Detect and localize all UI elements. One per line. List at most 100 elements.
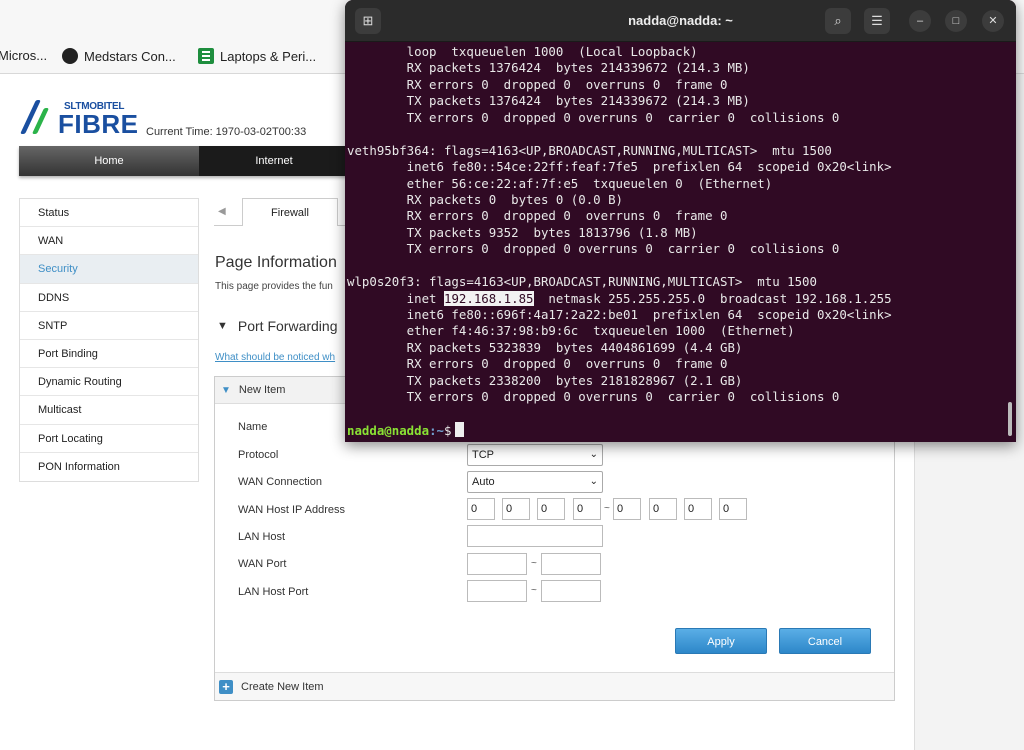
protocol-label: Protocol — [238, 449, 279, 461]
cancel-button[interactable]: Cancel — [779, 628, 871, 654]
lan-host-port-label: LAN Host Port — [238, 586, 309, 598]
section-title: Port Forwarding — [237, 318, 338, 334]
page-title: Page Information — [215, 254, 337, 271]
bookmark-label: Micros... — [0, 48, 48, 63]
inet-prefix: inet — [347, 290, 444, 306]
wan-port-end-input[interactable] — [541, 553, 601, 575]
terminal-line: RX packets 5323839 bytes 4404861699 (4.4… — [347, 339, 743, 355]
inet-rest: netmask 255.255.255.0 broadcast 192.168.… — [533, 290, 892, 306]
terminal-line: loop txqueuelen 1000 (Local Loopback) — [347, 44, 698, 59]
minimize-icon[interactable]: – — [909, 10, 931, 32]
ip-octet-input[interactable]: 0 — [502, 498, 530, 520]
terminal-output[interactable]: loop txqueuelen 1000 (Local Loopback) RX… — [345, 44, 1016, 439]
name-label: Name — [238, 421, 268, 433]
port-separator: ~ — [531, 558, 537, 569]
terminal-line: TX packets 2338200 bytes 2181828967 (2.1… — [347, 372, 743, 388]
bookmark-micros[interactable]: Micros... — [0, 48, 47, 63]
collapse-triangle-icon: ▼ — [217, 320, 228, 332]
terminal-line: TX errors 0 dropped 0 overruns 0 carrier… — [347, 109, 840, 125]
lan-host-input[interactable] — [467, 525, 603, 547]
terminal-line: ether f4:46:37:98:b9:6c txqueuelen 1000 … — [347, 323, 795, 339]
side-item-status[interactable]: Status — [20, 199, 198, 228]
terminal-cursor — [455, 422, 465, 438]
ip-octet-input[interactable]: 0 — [684, 498, 712, 520]
chevron-down-icon: ⌄ — [589, 449, 598, 460]
menu-icon[interactable]: ☰ — [864, 8, 890, 34]
prompt-symbol: $ — [443, 423, 452, 439]
spreadsheet-icon — [198, 48, 214, 64]
brand-logo: SLTMOBITEL FIBRE — [20, 100, 139, 137]
ip-octet-input[interactable]: 0 — [573, 498, 601, 520]
create-new-item[interactable]: + Create New Item — [215, 672, 894, 700]
terminal-line: inet6 fe80::54ce:22ff:feaf:7fe5 prefixle… — [347, 159, 892, 175]
maximize-icon[interactable]: □ — [945, 10, 967, 32]
selected-ip-address[interactable]: 192.168.1.85 — [443, 290, 534, 306]
terminal-line: RX packets 1376424 bytes 214339672 (214.… — [347, 60, 750, 76]
bookmark-laptops[interactable]: Laptops & Peri... — [198, 48, 316, 64]
lan-port-start-input[interactable] — [467, 580, 527, 602]
wan-host-ip-label: WAN Host IP Address — [238, 504, 345, 516]
terminal-titlebar[interactable]: ⊞ nadda@nadda: ~ ⌕ ☰ – □ ✕ — [345, 0, 1016, 42]
ip-range-separator: ~ — [604, 503, 610, 514]
logo-mark-icon — [20, 100, 52, 136]
wan-connection-label: WAN Connection — [238, 476, 322, 488]
nav-internet[interactable]: Internet — [199, 146, 349, 176]
lan-host-label: LAN Host — [238, 531, 286, 543]
terminal-window[interactable]: ⊞ nadda@nadda: ~ ⌕ ☰ – □ ✕ loop txqueuel… — [345, 0, 1016, 442]
prompt-user: nadda@nadda — [347, 423, 430, 439]
side-item-security[interactable]: Security — [20, 255, 198, 284]
tab-scroll-left-icon[interactable]: ◀ — [218, 206, 226, 217]
tab-firewall[interactable]: Firewall — [242, 198, 338, 226]
side-item-port-binding[interactable]: Port Binding — [20, 340, 198, 369]
create-new-item-label: Create New Item — [241, 680, 324, 693]
nav-home[interactable]: Home — [19, 146, 199, 176]
bookmark-medstars[interactable]: Medstars Con... — [62, 48, 176, 64]
chevron-down-icon: ⌄ — [589, 476, 598, 487]
terminal-line: ether 56:ce:22:af:7f:e5 txqueuelen 0 (Et… — [347, 175, 773, 191]
terminal-line: wlp0s20f3: flags=4163<UP,BROADCAST,RUNNI… — [347, 274, 817, 290]
panel-title: New Item — [238, 384, 286, 396]
terminal-line: inet6 fe80::696f:4a17:2a22:be01 prefixle… — [347, 307, 892, 322]
side-item-sntp[interactable]: SNTP — [20, 312, 198, 340]
section-header[interactable]: ▼ Port Forwarding — [217, 318, 337, 334]
side-item-dynamic-routing[interactable]: Dynamic Routing — [20, 368, 198, 397]
lan-port-end-input[interactable] — [541, 580, 601, 602]
ip-octet-input[interactable]: 0 — [613, 498, 641, 520]
expand-triangle-icon: ▼ — [221, 384, 231, 396]
side-item-port-locating[interactable]: Port Locating — [20, 425, 198, 453]
terminal-scrollbar[interactable] — [1008, 402, 1012, 436]
protocol-value: TCP — [472, 449, 494, 461]
side-item-multicast[interactable]: Multicast — [20, 396, 198, 425]
ip-octet-input[interactable]: 0 — [467, 498, 495, 520]
page-description: This page provides the fun — [215, 281, 333, 292]
ip-octet-input[interactable]: 0 — [719, 498, 747, 520]
terminal-line: TX packets 9352 bytes 1813796 (1.8 MB) — [347, 224, 698, 240]
side-item-wan[interactable]: WAN — [20, 227, 198, 256]
search-icon[interactable]: ⌕ — [825, 8, 851, 34]
bookmark-label: Medstars Con... — [84, 48, 176, 64]
ip-octet-input[interactable]: 0 — [537, 498, 565, 520]
bookmark-label: Laptops & Peri... — [220, 48, 317, 64]
terminal-line: RX errors 0 dropped 0 overruns 0 frame 0 — [347, 208, 728, 224]
notice-link[interactable]: What should be noticed wh — [215, 352, 335, 363]
terminal-line: TX packets 1376424 bytes 214339672 (214.… — [347, 93, 750, 109]
terminal-prompt[interactable]: nadda@nadda:~$ — [347, 422, 1016, 438]
github-icon — [62, 48, 78, 64]
port-separator: ~ — [531, 585, 537, 596]
apply-button[interactable]: Apply — [675, 628, 767, 654]
protocol-select[interactable]: TCP ⌄ — [467, 444, 603, 466]
side-item-ddns[interactable]: DDNS — [20, 284, 198, 312]
wan-connection-select[interactable]: Auto ⌄ — [467, 471, 603, 493]
top-navigation: Home Internet — [19, 146, 349, 176]
prompt-path: :~ — [429, 423, 444, 439]
ip-octet-input[interactable]: 0 — [649, 498, 677, 520]
wan-port-label: WAN Port — [238, 558, 287, 570]
side-item-pon-information[interactable]: PON Information — [20, 453, 198, 481]
side-menu: Status WAN Security DDNS SNTP Port Bindi… — [19, 198, 199, 482]
terminal-line: veth95bf364: flags=4163<UP,BROADCAST,RUN… — [347, 142, 832, 158]
terminal-line: TX errors 0 dropped 0 overruns 0 carrier… — [347, 241, 840, 257]
wan-port-start-input[interactable] — [467, 553, 527, 575]
close-icon[interactable]: ✕ — [982, 10, 1004, 32]
